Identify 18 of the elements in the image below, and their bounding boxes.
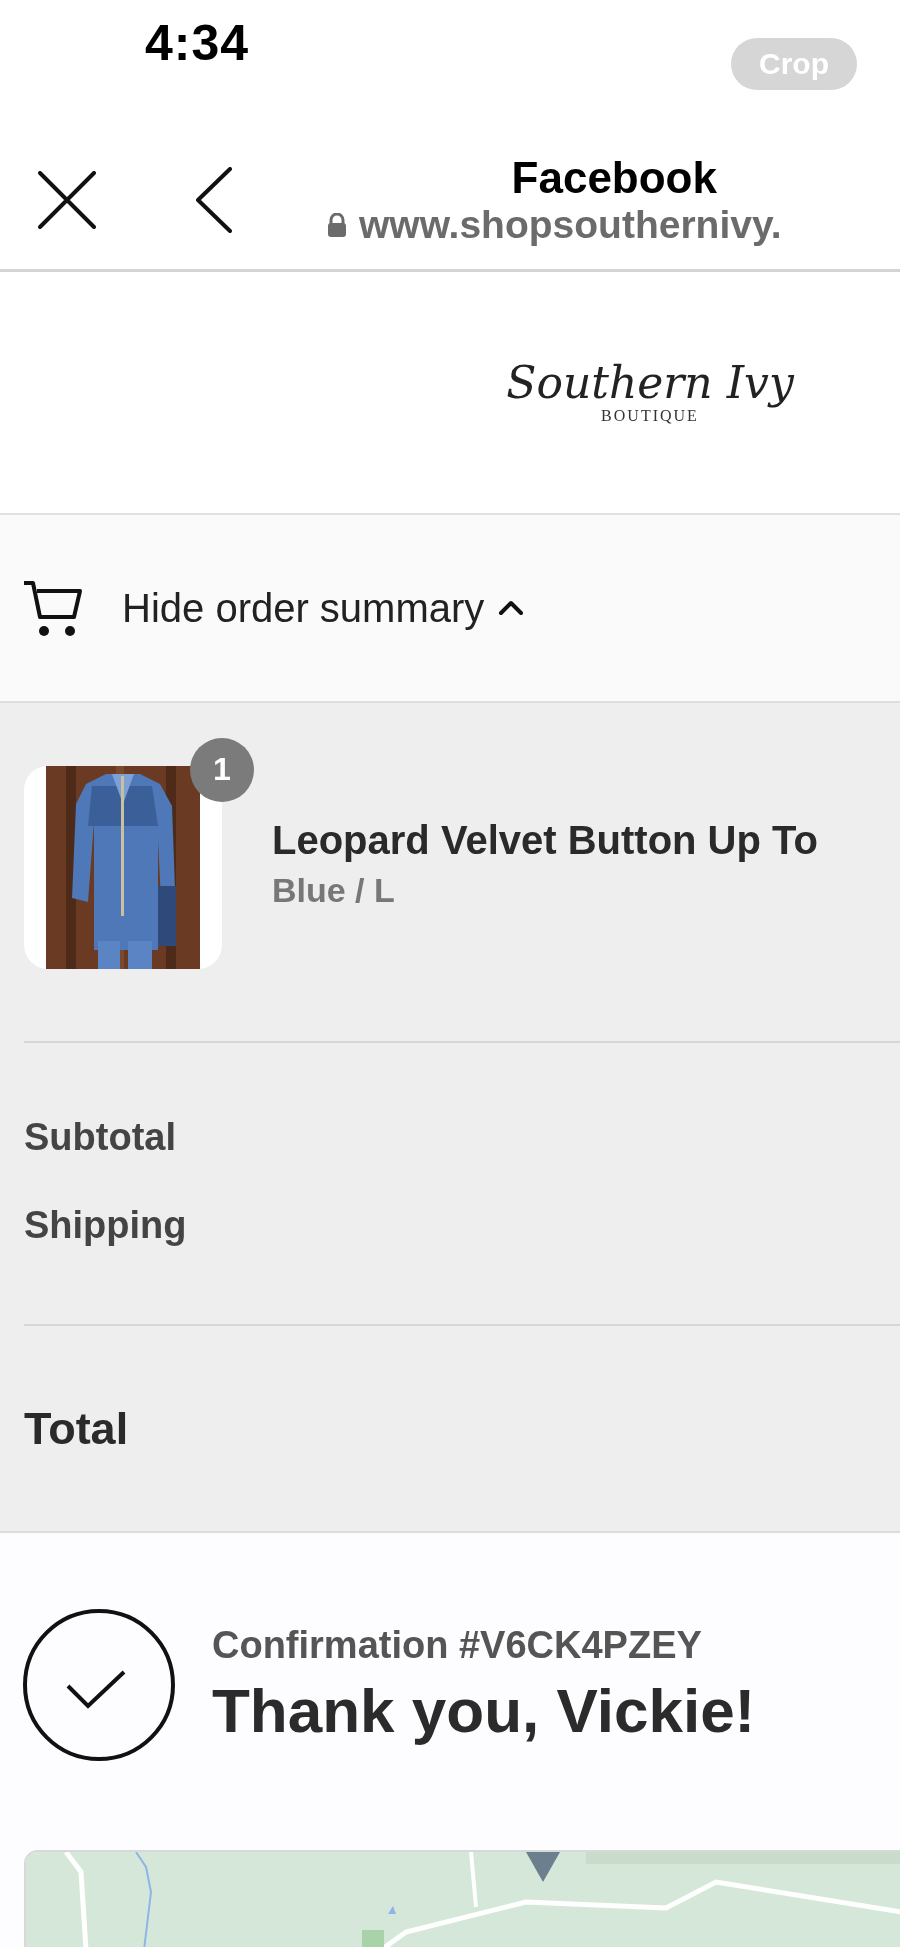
product-name: Leopard Velvet Button Up To xyxy=(272,818,818,863)
summary-label: Subtotal xyxy=(24,1118,177,1156)
url-text[interactable]: www.shopsouthernivy. xyxy=(359,202,782,247)
close-icon[interactable] xyxy=(38,170,96,229)
quantity-badge: 1 xyxy=(190,737,254,802)
cart-icon xyxy=(22,579,84,637)
total-label: Total xyxy=(24,1402,130,1451)
hide-order-summary-button[interactable]: Hide order summary xyxy=(122,585,525,631)
lock-icon xyxy=(327,212,347,237)
back-icon[interactable] xyxy=(196,166,232,233)
confirmation-number: Confirmation #V6CK4PZEY xyxy=(212,1623,703,1667)
checkmark-icon xyxy=(22,1607,176,1762)
page-title: Facebook xyxy=(511,152,717,203)
summary-label: Shipping xyxy=(24,1206,188,1244)
shop-logo[interactable]: Southern Ivy BOUTIQUE xyxy=(502,354,798,431)
product-variant: Blue / L xyxy=(272,871,396,910)
status-time: 4:34 xyxy=(145,14,250,72)
thank-you-heading: Thank you, Vickie! xyxy=(212,1674,756,1746)
